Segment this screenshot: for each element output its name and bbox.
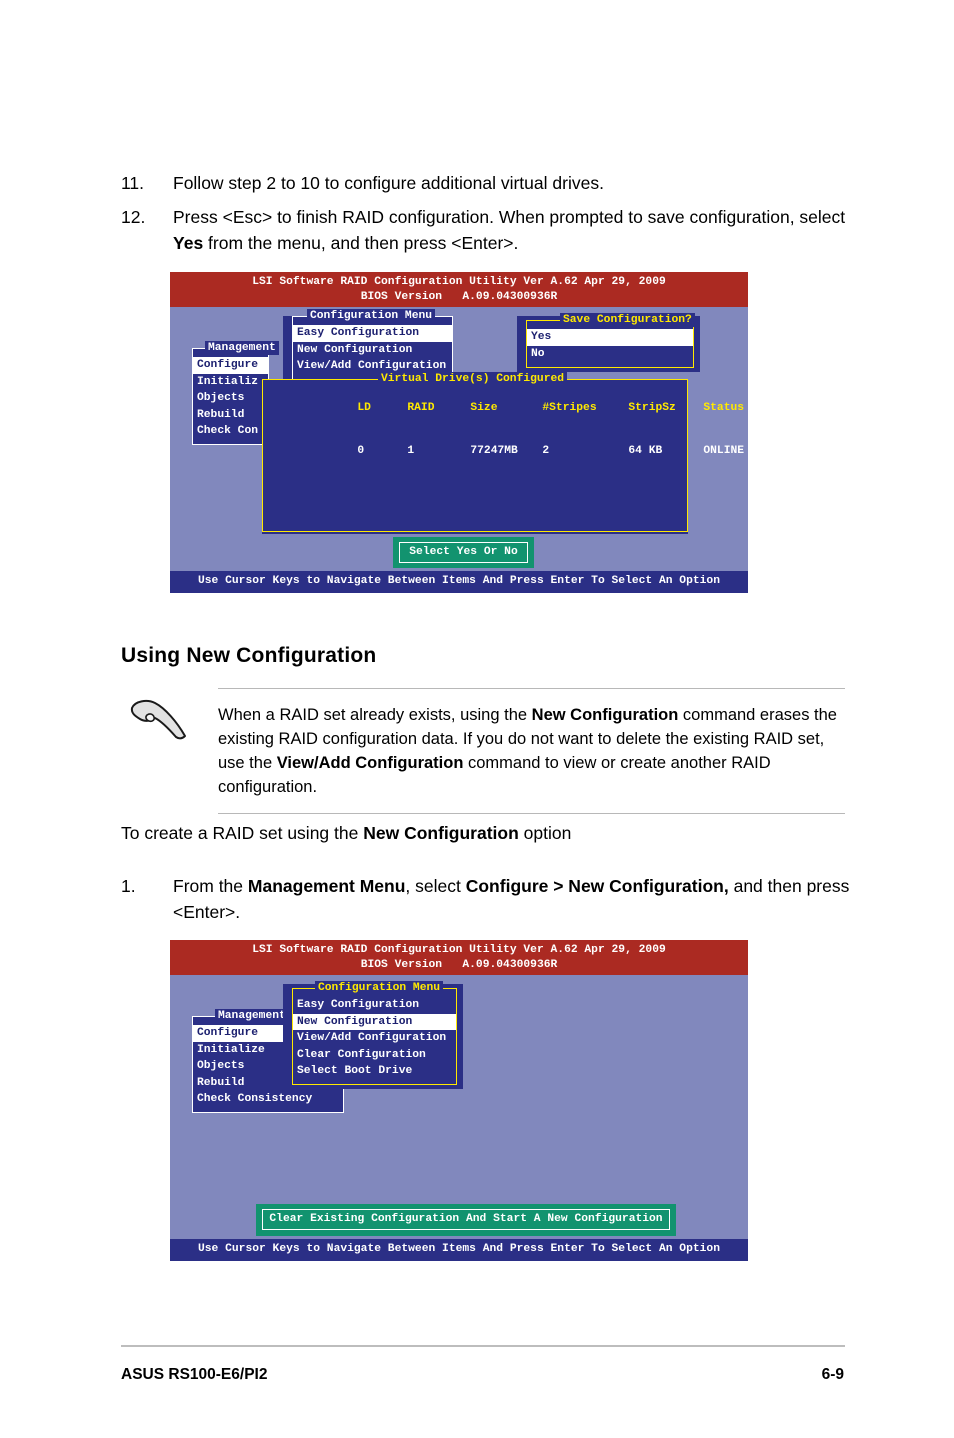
list-item: 1. From the Management Menu, select Conf… <box>121 873 861 925</box>
lead-post: option <box>518 823 572 843</box>
save-configuration-legend: Save Configuration? <box>560 313 695 327</box>
management-menu-border: Management Configure Initializ Objects R… <box>192 341 279 445</box>
lead-in-text: To create a RAID set using the New Confi… <box>121 820 571 846</box>
lead-pre: To create a RAID set using the <box>121 823 364 843</box>
step-number: 1. <box>121 876 136 896</box>
menu-item-clear-configuration[interactable]: Clear Configuration <box>293 1047 456 1064</box>
bios-status-bar-1: Use Cursor Keys to Navigate Between Item… <box>170 571 748 593</box>
configuration-menu-border: Configuration Menu Easy Configuration Ne… <box>292 309 453 380</box>
note-text-pre: When a RAID set already exists, using th… <box>218 706 532 724</box>
configuration-menu-border: Configuration Menu Easy Configuration Ne… <box>292 981 457 1085</box>
step-number: 12. <box>121 207 146 227</box>
note-bold-new-configuration: New Configuration <box>531 706 679 724</box>
menu-item-configure[interactable]: Configure <box>193 1025 285 1042</box>
menu-item-new-configuration[interactable]: New Configuration <box>293 1013 456 1031</box>
step1-bold-management-menu: Management Menu <box>247 876 406 896</box>
menu-item-initialize[interactable]: Initializ <box>193 374 268 391</box>
prompt-bar-2: Clear Existing Configuration And Start A… <box>256 1204 676 1236</box>
save-configuration-dialog: Save Configuration? Yes No <box>517 313 700 373</box>
cell-status: ONLINE <box>703 445 745 458</box>
table-row: 0 1 77247MB 2 64 KB ONLINE <box>263 430 744 474</box>
cell-ld: 0 <box>357 445 365 458</box>
footer-page-number: 6-9 <box>821 1366 844 1383</box>
lead-bold: New Configuration <box>363 823 519 843</box>
save-option-yes[interactable]: Yes <box>527 329 693 346</box>
column-header-size: Size <box>470 401 498 414</box>
menu-item-select-boot-drive[interactable]: Select Boot Drive <box>293 1063 456 1080</box>
bios-title-line-2: BIOS Version A.09.04300936R <box>360 290 558 303</box>
step-text-post: from the menu, and then press <Enter>. <box>203 233 519 253</box>
bios-title-bar: LSI Software RAID Configuration Utility … <box>170 940 748 976</box>
step1-pre: From the <box>173 876 248 896</box>
bios-status-bar-2: Use Cursor Keys to Navigate Between Item… <box>170 1239 748 1261</box>
step-text: Press <Esc> to finish RAID configuration… <box>173 204 861 256</box>
save-option-no[interactable]: No <box>527 346 693 363</box>
list-item: 11. Follow step 2 to 10 to configure add… <box>121 170 861 196</box>
step1-bold-configure-new-configuration: Configure > New Configuration, <box>465 876 729 896</box>
virtual-drives-panel: Virtual Drive(s) Configured LD RAID Size #S… <box>262 372 744 534</box>
list-item: 12. Press <Esc> to finish RAID configura… <box>121 204 861 256</box>
menu-item-objects[interactable]: Objects <box>193 390 268 407</box>
management-menu-panel-1: Management Configure Initializ Objects R… <box>192 341 279 445</box>
cell-stripes: 2 <box>542 445 550 458</box>
step-text-bold: Yes <box>173 233 204 253</box>
footer-product-name: ASUS RS100-E6/PI2 <box>121 1366 268 1383</box>
cell-size: 77247MB <box>470 445 518 458</box>
bios-title-line-1: LSI Software RAID Configuration Utility … <box>252 944 666 956</box>
prompt-text-select-yes-or-no: Select Yes Or No <box>399 542 528 563</box>
column-header-ld: LD <box>357 401 371 414</box>
menu-item-view-add-configuration[interactable]: View/Add Configuration <box>293 1030 456 1047</box>
column-header-raid: RAID <box>407 401 435 414</box>
configuration-menu-legend: Configuration Menu <box>307 309 436 323</box>
page-title: Using New Configuration <box>121 644 377 667</box>
prompt-bar-1: Select Yes Or No <box>393 537 534 568</box>
step-text: From the Management Menu, select Configu… <box>173 873 861 925</box>
column-header-stripsz: StripSz <box>628 401 676 414</box>
steps-list-bottom: 1. From the Management Menu, select Conf… <box>121 873 861 933</box>
step-number: 11. <box>121 173 145 193</box>
configuration-menu-panel-2: Configuration Menu Easy Configuration Ne… <box>283 981 463 1089</box>
note-text: When a RAID set already exists, using th… <box>218 703 845 799</box>
configuration-menu-panel-1: Configuration Menu Easy Configuration Ne… <box>283 309 453 380</box>
menu-item-easy-configuration[interactable]: Easy Configuration <box>293 997 456 1014</box>
note-body: When a RAID set already exists, using th… <box>218 688 845 814</box>
note-callout: When a RAID set already exists, using th… <box>121 688 845 814</box>
bios-screenshot-save-configuration: LSI Software RAID Configuration Utility … <box>170 272 748 593</box>
cell-raid: 1 <box>407 445 415 458</box>
step-text-pre: Press <Esc> to finish RAID configuration… <box>173 207 846 227</box>
management-menu-legend: Management <box>215 1009 289 1023</box>
virtual-drives-border: Virtual Drive(s) Configured LD RAID Size #S… <box>262 372 744 532</box>
table-header-row: LD RAID Size #Stripes StripSz Status <box>263 386 744 430</box>
bios-screenshot-new-configuration: LSI Software RAID Configuration Utility … <box>170 940 748 1261</box>
menu-item-rebuild[interactable]: Rebuild <box>193 407 268 424</box>
bios-title-line-2: BIOS Version A.09.04300936R <box>360 958 558 971</box>
virtual-drives-table: LD RAID Size #Stripes StripSz Status 0 1 77247M… <box>263 380 744 474</box>
note-bold-view-add-configuration: View/Add Configuration <box>276 754 464 772</box>
pointing-hand-icon <box>125 696 191 752</box>
menu-item-check-consistency[interactable]: Check Consistency <box>193 1091 343 1108</box>
management-menu-legend: Management <box>205 341 279 355</box>
prompt-text-clear-existing-configuration: Clear Existing Configuration And Start A… <box>262 1209 670 1230</box>
menu-item-new-configuration[interactable]: New Configuration <box>293 342 452 359</box>
bios-title-bar: LSI Software RAID Configuration Utility … <box>170 272 748 308</box>
steps-list-top: 11. Follow step 2 to 10 to configure add… <box>121 170 861 264</box>
menu-item-easy-configuration[interactable]: Easy Configuration <box>293 325 452 342</box>
cell-stripsz: 64 KB <box>628 445 663 458</box>
menu-item-configure[interactable]: Configure <box>193 357 268 374</box>
column-header-status: Status <box>703 401 745 414</box>
footer-divider <box>121 1345 845 1347</box>
step-text: Follow step 2 to 10 to configure additio… <box>173 173 604 193</box>
configuration-menu-legend: Configuration Menu <box>315 981 444 995</box>
menu-item-check-consistency[interactable]: Check Con <box>193 423 268 440</box>
save-configuration-border: Save Configuration? Yes No <box>526 313 695 369</box>
document-page: 11. Follow step 2 to 10 to configure add… <box>0 0 954 1438</box>
column-header-stripes: #Stripes <box>542 401 597 414</box>
step1-mid: , select <box>405 876 466 896</box>
bios-title-line-1: LSI Software RAID Configuration Utility … <box>252 276 666 288</box>
